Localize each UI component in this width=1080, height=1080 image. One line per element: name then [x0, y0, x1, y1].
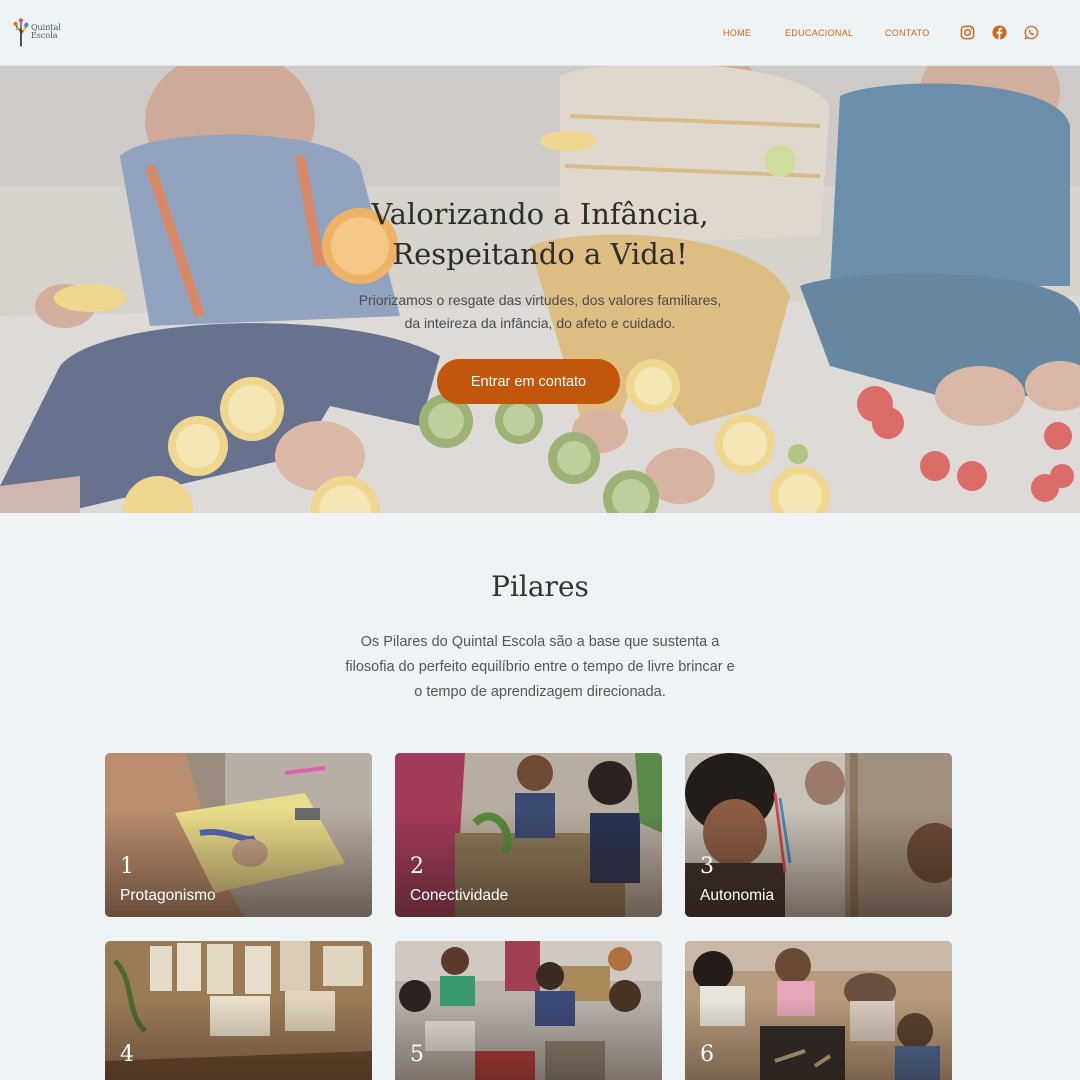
hero-title: Valorizando a Infância, Respeitando a Vi…	[0, 194, 1080, 274]
hero-banner: Valorizando a Infância, Respeitando a Vi…	[0, 66, 1080, 513]
hero-title-line2: Respeitando a Vida!	[392, 237, 688, 271]
card-number: 3	[700, 854, 714, 879]
hero-subtitle-line2: da inteireza da infância, do afeto e cui…	[404, 315, 676, 331]
contact-cta-button[interactable]: Entrar em contato	[437, 359, 620, 404]
card-label: Conectividade	[410, 887, 509, 904]
site-logo[interactable]: Quintal Escola	[12, 14, 84, 50]
nav-home[interactable]: HOME	[723, 28, 751, 38]
card-label: Autonomia	[700, 887, 775, 904]
card-number: 2	[410, 854, 424, 879]
pilares-title: Pilares	[491, 570, 589, 603]
pilar-card-autonomia[interactable]: 3 Autonomia	[685, 753, 952, 917]
pilar-card-conectividade[interactable]: 2 Conectividade	[395, 753, 662, 917]
pilar-card-6[interactable]: 6	[685, 941, 952, 1080]
hero-title-line1: Valorizando a Infância,	[371, 197, 709, 231]
pilar-card-protagonismo[interactable]: 1 Protagonismo	[105, 753, 372, 917]
card-label: Protagonismo	[120, 887, 216, 904]
pilar-card-5[interactable]: 5	[395, 941, 662, 1080]
logo-text: Quintal Escola	[30, 23, 61, 40]
instagram-icon[interactable]	[960, 25, 975, 40]
card-number: 6	[700, 1042, 714, 1067]
card-number: 4	[120, 1042, 134, 1067]
pilar-card-4[interactable]: 4	[105, 941, 372, 1080]
card-number: 1	[120, 854, 134, 879]
nav-educacional[interactable]: EDUCACIONAL	[785, 28, 853, 38]
nav-contato[interactable]: CONTATO	[885, 28, 930, 38]
hero-subtitle-line1: Priorizamos o resgate das virtudes, dos …	[358, 292, 722, 308]
whatsapp-icon[interactable]	[1024, 25, 1039, 40]
facebook-icon[interactable]	[992, 25, 1007, 40]
card-number: 5	[410, 1042, 424, 1067]
hero-subtitle: Priorizamos o resgate das virtudes, dos …	[0, 289, 1080, 335]
tree-logo-icon	[13, 18, 29, 47]
site-header: Quintal Escola HOME EDUCACIONAL CONTATO	[0, 0, 1080, 66]
pilares-description: Os Pilares do Quintal Escola são a base …	[345, 634, 735, 700]
